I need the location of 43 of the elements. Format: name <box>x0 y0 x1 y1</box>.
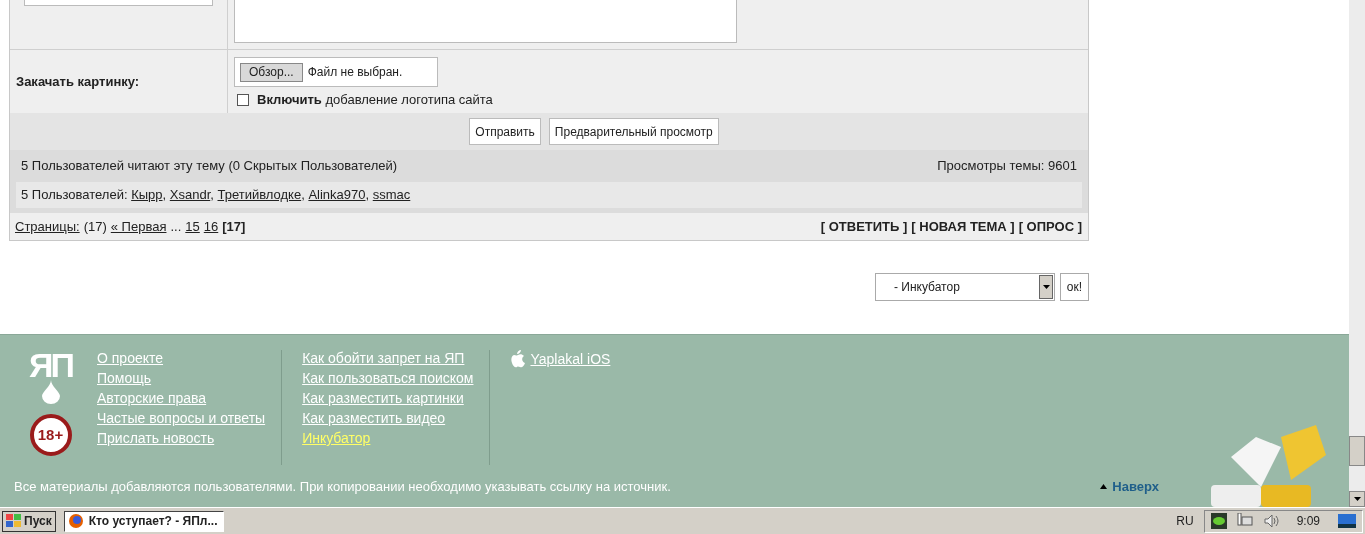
user-link[interactable]: Xsandr <box>169 187 211 202</box>
ellipsis: ... <box>170 217 182 236</box>
pages-link[interactable]: Страницы: <box>15 216 80 237</box>
ok-button[interactable]: ок! <box>1060 273 1089 301</box>
language-indicator[interactable]: RU <box>1176 512 1194 530</box>
user-link[interactable]: Alinka970 <box>308 187 366 202</box>
scroll-down-icon[interactable] <box>1353 497 1361 501</box>
action-link[interactable]: [ ОТВЕТИТЬ ] <box>820 216 908 237</box>
file-status: Файл не выбран. <box>307 64 403 81</box>
page-count: (17) <box>83 217 107 236</box>
page-link[interactable]: 15 <box>185 216 200 237</box>
scroll-thumb[interactable] <box>1349 436 1365 466</box>
views-count: Просмотры темы: 9601 <box>937 157 1077 176</box>
clock: 9:09 <box>1295 513 1321 530</box>
desktop-icon[interactable] <box>1338 514 1356 528</box>
first-page-link[interactable]: « Первая <box>110 216 167 237</box>
text-field[interactable] <box>24 0 213 6</box>
current-page[interactable]: [17] <box>222 216 246 237</box>
volume-icon[interactable] <box>1262 513 1279 529</box>
browse-button[interactable]: Обзор... <box>240 62 303 82</box>
start-button[interactable]: Пуск <box>2 510 56 532</box>
submit-button[interactable]: Отправить <box>469 118 541 145</box>
user-link[interactable]: ssmac <box>372 187 411 202</box>
forum-select[interactable]: - Инкубатор <box>875 273 1055 301</box>
checkbox[interactable] <box>237 93 249 106</box>
apple-icon <box>510 350 527 368</box>
preview-button[interactable]: Предварительный просмотр <box>548 118 719 145</box>
windows-logo-icon <box>6 514 22 528</box>
age-rating-badge: 18+ <box>29 414 72 456</box>
upload-label: Закачать картинку: <box>16 72 140 91</box>
option-label: Включить добавление логотипа сайта <box>257 91 493 109</box>
copyright-notice: Все материалы добавляются пользователями. При копировании необходимо указывать ссылку на источник. <box>14 477 671 496</box>
browser-icon <box>67 513 84 529</box>
action-link[interactable]: [ НОВАЯ ТЕМА ] <box>911 216 1015 237</box>
readers-list: 5 Пользователей: Кырр, Xsandr, Третийвлодке, Alinka970, ssmac <box>16 182 1082 208</box>
taskbar-window-button[interactable]: Кто уступает? - ЯПл... <box>63 510 224 532</box>
user-link[interactable]: Кырр <box>131 187 163 202</box>
drop-icon <box>41 380 60 404</box>
action-link[interactable]: [ ОПРОС ] <box>1018 216 1082 237</box>
readers-summary: 5 Пользователей читают эту тему (0 Скрытых Пользователей) <box>21 157 398 176</box>
file-input[interactable]: Обзор... Файл не выбран. <box>234 57 438 87</box>
page-link[interactable]: 16 <box>203 216 219 237</box>
up-arrow-icon <box>1100 483 1108 489</box>
